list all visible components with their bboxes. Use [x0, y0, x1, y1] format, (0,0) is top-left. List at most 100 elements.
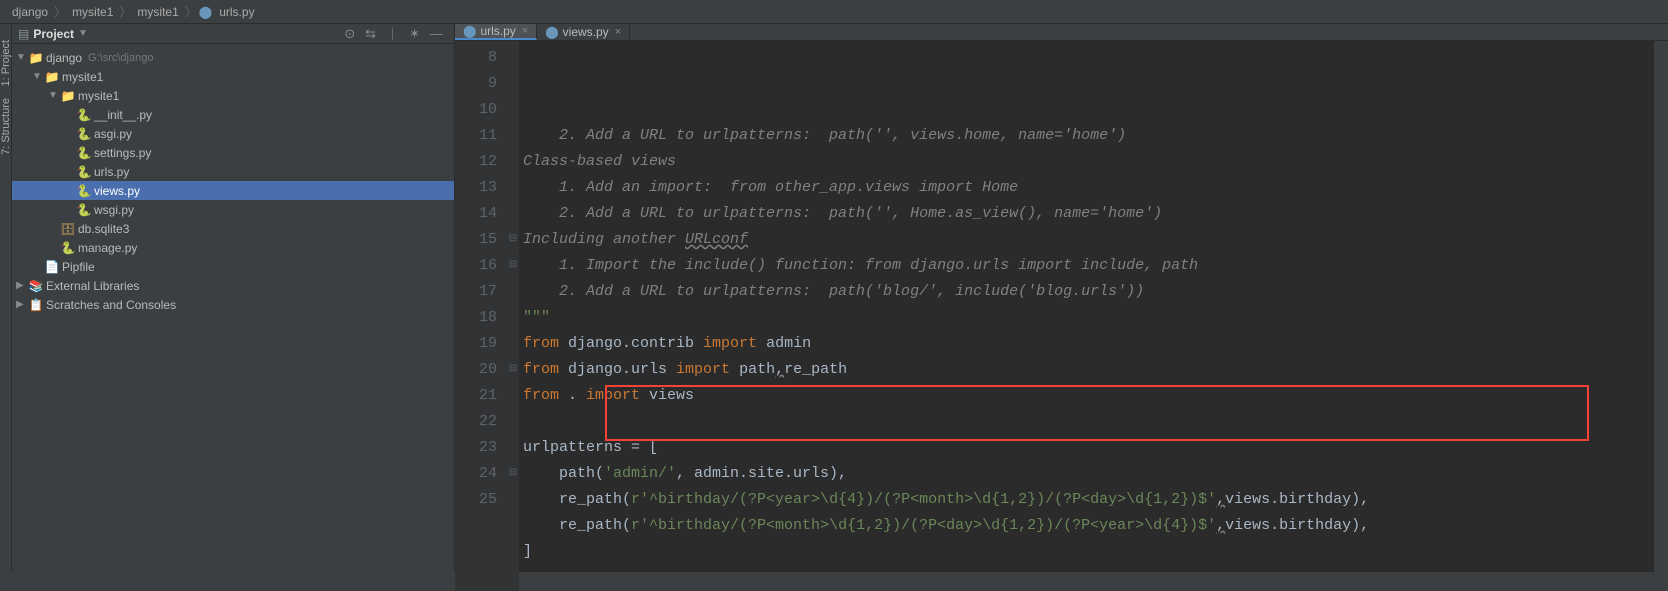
- tree-toggle-icon[interactable]: [48, 90, 60, 101]
- breadcrumb-bar: django 〉 mysite1 〉 mysite1 〉 ⬤ urls.py: [0, 0, 1668, 24]
- tree-item[interactable]: 🐍asgi.py: [12, 124, 454, 143]
- fold-gutter[interactable]: ⊟⊟⊟⊟: [507, 41, 519, 591]
- fold-marker: [507, 201, 519, 227]
- code-line[interactable]: 2. Add a URL to urlpatterns: path('', vi…: [523, 123, 1654, 149]
- code-line[interactable]: [523, 409, 1654, 435]
- chevron-down-icon[interactable]: ▼: [78, 28, 88, 39]
- code-line[interactable]: ]: [523, 539, 1654, 565]
- code-line[interactable]: """: [523, 305, 1654, 331]
- tree-item-label: __init__.py: [94, 108, 152, 122]
- fold-marker: [507, 487, 519, 513]
- breadcrumb-item[interactable]: mysite1: [133, 5, 182, 19]
- code-line[interactable]: from django.urls import path,re_path: [523, 357, 1654, 383]
- tree-item-label: views.py: [94, 184, 140, 198]
- tool-window-bar: 1: Project 7: Structure: [0, 24, 12, 572]
- close-icon[interactable]: ×: [522, 25, 528, 37]
- close-icon[interactable]: ×: [615, 26, 621, 38]
- tree-toggle-icon[interactable]: [16, 299, 28, 310]
- tree-item[interactable]: 📁mysite1: [12, 67, 454, 86]
- error-stripe[interactable]: [1654, 41, 1668, 591]
- tree-item-path: G:\src\django: [88, 52, 153, 64]
- tree-item-label: Scratches and Consoles: [46, 298, 176, 312]
- py-icon: 🐍: [76, 146, 92, 160]
- code-line[interactable]: Class-based views: [523, 149, 1654, 175]
- code-line[interactable]: from django.contrib import admin: [523, 331, 1654, 357]
- tree-item[interactable]: 📁djangoG:\src\django: [12, 48, 454, 67]
- editor-tab-urls[interactable]: ⬤ urls.py ×: [455, 24, 537, 40]
- line-number: 15: [455, 227, 497, 253]
- code-line[interactable]: 2. Add a URL to urlpatterns: path('blog/…: [523, 279, 1654, 305]
- line-number: 8: [455, 45, 497, 71]
- tree-item[interactable]: 🐍manage.py: [12, 238, 454, 257]
- tree-item[interactable]: 🐍settings.py: [12, 143, 454, 162]
- chevron-right-icon: 〉: [185, 3, 197, 20]
- code-line[interactable]: 1. Add an import: from other_app.views i…: [523, 175, 1654, 201]
- tree-item[interactable]: 📄Pipfile: [12, 257, 454, 276]
- line-number: 16: [455, 253, 497, 279]
- code-editor[interactable]: 8910111213141516171819202122232425 ⊟⊟⊟⊟ …: [455, 41, 1668, 591]
- hide-icon[interactable]: —: [430, 26, 443, 41]
- tool-tab-project[interactable]: 1: Project: [0, 40, 12, 86]
- tool-tab-structure[interactable]: 7: Structure: [0, 98, 12, 155]
- code-line[interactable]: path('admin/', admin.site.urls),: [523, 461, 1654, 487]
- locate-icon[interactable]: ⊙: [344, 26, 355, 42]
- code-line[interactable]: urlpatterns = [: [523, 435, 1654, 461]
- code-line[interactable]: [523, 565, 1654, 591]
- tree-item[interactable]: 🐍wsgi.py: [12, 200, 454, 219]
- line-number-gutter: 8910111213141516171819202122232425: [455, 41, 507, 591]
- gear-icon[interactable]: ✶: [409, 26, 420, 42]
- breadcrumb-item[interactable]: mysite1: [68, 5, 117, 19]
- tree-toggle-icon[interactable]: [32, 71, 44, 82]
- fold-marker: [507, 383, 519, 409]
- fold-marker[interactable]: ⊟: [507, 357, 519, 383]
- tree-toggle-icon[interactable]: [16, 280, 28, 291]
- code-line[interactable]: 1. Import the include() function: from d…: [523, 253, 1654, 279]
- py-icon: 🐍: [60, 241, 76, 255]
- tree-item[interactable]: 🐍__init__.py: [12, 105, 454, 124]
- tree-item[interactable]: 📁mysite1: [12, 86, 454, 105]
- tree-item-label: External Libraries: [46, 279, 139, 293]
- code-line[interactable]: re_path(r'^birthday/(?P<year>\d{4})/(?P<…: [523, 487, 1654, 513]
- fold-marker: [507, 45, 519, 71]
- scratch-icon: 📋: [28, 298, 44, 312]
- tree-item-label: manage.py: [78, 241, 137, 255]
- dir-icon: 📁: [60, 89, 76, 103]
- breadcrumb-item[interactable]: django: [8, 5, 52, 19]
- dir-icon: 📁: [44, 70, 60, 84]
- fold-marker: [507, 175, 519, 201]
- chevron-right-icon: 〉: [119, 3, 131, 20]
- code-line[interactable]: re_path(r'^birthday/(?P<month>\d{1,2})/(…: [523, 513, 1654, 539]
- tree-item[interactable]: 🐍urls.py: [12, 162, 454, 181]
- editor-area: ⬤ urls.py × ⬤ views.py × 891011121314151…: [455, 24, 1668, 572]
- project-icon: ▤: [18, 27, 29, 41]
- fold-marker: [507, 305, 519, 331]
- dir-icon: 📁: [28, 51, 44, 65]
- line-number: 11: [455, 123, 497, 149]
- tab-label: views.py: [563, 25, 609, 39]
- line-number: 10: [455, 97, 497, 123]
- tree-item[interactable]: 🐍views.py: [12, 181, 454, 200]
- py-icon: 🐍: [76, 165, 92, 179]
- fold-marker[interactable]: ⊟: [507, 461, 519, 487]
- code-line[interactable]: from . import views: [523, 383, 1654, 409]
- editor-tab-views[interactable]: ⬤ views.py ×: [537, 24, 630, 40]
- txt-icon: 📄: [44, 260, 60, 274]
- fold-marker[interactable]: ⊟: [507, 253, 519, 279]
- fold-marker[interactable]: ⊟: [507, 227, 519, 253]
- fold-marker: [507, 123, 519, 149]
- tree-item[interactable]: 📚External Libraries: [12, 276, 454, 295]
- fold-marker: [507, 331, 519, 357]
- code-line[interactable]: Including another URLconf: [523, 227, 1654, 253]
- project-tree[interactable]: 📁djangoG:\src\django📁mysite1📁mysite1🐍__i…: [12, 44, 454, 314]
- tree-toggle-icon[interactable]: [16, 52, 28, 63]
- code-line[interactable]: 2. Add a URL to urlpatterns: path('', Ho…: [523, 201, 1654, 227]
- sidebar-title: Project: [33, 27, 74, 41]
- tree-item[interactable]: 📋Scratches and Consoles: [12, 295, 454, 314]
- py-icon: 🐍: [76, 127, 92, 141]
- expand-icon[interactable]: ⇆: [365, 26, 376, 42]
- collapse-icon[interactable]: ｜: [386, 24, 399, 43]
- breadcrumb-item[interactable]: urls.py: [215, 5, 258, 19]
- code-content[interactable]: 2. Add a URL to urlpatterns: path('', vi…: [519, 41, 1654, 591]
- line-number: 22: [455, 409, 497, 435]
- tree-item[interactable]: 🗄db.sqlite3: [12, 219, 454, 238]
